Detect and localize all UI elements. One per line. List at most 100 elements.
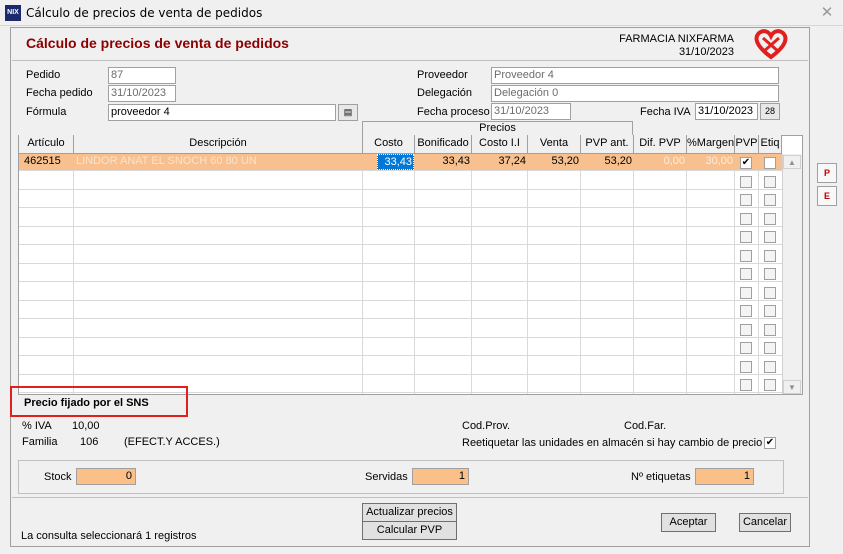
formula-field[interactable]: proveedor 4 <box>108 104 336 121</box>
etiq-checkbox[interactable] <box>764 212 776 225</box>
pvp-checkbox[interactable] <box>740 323 752 336</box>
actualizar-precios-button[interactable]: Actualizar precios <box>362 503 457 522</box>
delegacion-label: Delegación <box>417 87 473 99</box>
grid-line <box>362 154 363 394</box>
cell-descripcion[interactable]: LINDOR ANAT EL SNOCH 60 80 UN <box>76 154 360 170</box>
aceptar-button[interactable]: Aceptar <box>661 513 716 532</box>
price-label-e-button[interactable]: E <box>817 186 837 206</box>
fecha-proceso-label: Fecha proceso <box>417 106 490 118</box>
fecha-pedido-label: Fecha pedido <box>26 87 93 99</box>
delegacion-field[interactable]: Delegación 0 <box>491 85 779 102</box>
col-dif-pvp[interactable]: Dif. PVP <box>634 135 687 154</box>
grid-line <box>734 154 735 394</box>
fecha-pedido-field[interactable]: 31/10/2023 <box>108 85 176 102</box>
grid-row-line <box>19 373 782 375</box>
grid-line <box>471 154 472 394</box>
grid-row-line <box>19 336 782 338</box>
etiq-checkbox[interactable] <box>764 268 776 280</box>
status-text: La consulta seleccionará 1 registros <box>21 530 197 542</box>
pvp-checkbox[interactable] <box>740 379 752 391</box>
cell-dif-pvp[interactable]: 0,00 <box>634 154 685 170</box>
pvp-checkbox[interactable]: ✔ <box>740 157 752 169</box>
familia-label: Familia <box>22 436 58 448</box>
etiq-checkbox[interactable] <box>764 286 776 299</box>
pvp-checkbox[interactable] <box>740 268 752 280</box>
calendar-button[interactable]: 28 <box>760 103 780 120</box>
etiq-checkbox[interactable] <box>764 194 776 206</box>
cell-costo[interactable]: 33,43 <box>377 154 414 170</box>
pvp-checkbox[interactable] <box>740 249 752 262</box>
pvp-checkbox[interactable] <box>740 231 752 243</box>
col-margen[interactable]: %Margen <box>687 135 735 154</box>
pvp-checkbox[interactable] <box>740 305 752 317</box>
grid-line <box>414 154 415 394</box>
stock-field[interactable]: 0 <box>76 468 136 485</box>
calcular-pvp-button[interactable]: Calcular PVP <box>362 521 457 540</box>
col-costo-ii[interactable]: Costo I.I <box>472 135 528 154</box>
heart-logo-icon <box>754 29 788 60</box>
servidas-label: Servidas <box>365 471 408 483</box>
grid-row-line <box>19 281 782 282</box>
fecha-iva-field[interactable]: 31/10/2023 <box>695 103 758 120</box>
pvp-checkbox[interactable] <box>740 342 752 354</box>
etiq-checkbox[interactable] <box>764 231 776 243</box>
company-name: FARMACIA NIXFARMA <box>619 33 734 45</box>
pedido-field[interactable]: 87 <box>108 67 176 84</box>
pvp-checkbox[interactable] <box>740 212 752 225</box>
etiq-checkbox[interactable] <box>764 323 776 336</box>
cell-bonificado[interactable]: 33,43 <box>415 154 470 170</box>
etiq-checkbox[interactable] <box>764 157 776 169</box>
scroll-down-icon[interactable]: ▼ <box>783 380 801 394</box>
etiquetas-field[interactable]: 1 <box>695 468 754 485</box>
grid-line <box>580 154 581 394</box>
col-descripcion[interactable]: Descripción <box>74 135 363 154</box>
proveedor-field[interactable]: Proveedor 4 <box>491 67 779 84</box>
iva-value: 10,00 <box>72 420 100 432</box>
grid-scrollbar[interactable] <box>782 154 802 394</box>
pvp-checkbox[interactable] <box>740 286 752 299</box>
cell-articulo[interactable]: 462515 <box>24 154 72 170</box>
cell-pvp-ant[interactable]: 53,20 <box>581 154 632 170</box>
col-bonificado[interactable]: Bonificado <box>415 135 472 154</box>
pvp-checkbox[interactable] <box>740 360 752 373</box>
app-icon: NIX <box>5 5 21 21</box>
reetiquetar-checkbox[interactable]: ✔ <box>764 437 776 449</box>
pedido-label: Pedido <box>26 69 61 81</box>
etiq-checkbox[interactable] <box>764 360 776 373</box>
etiq-checkbox[interactable] <box>764 175 776 188</box>
cell-costo-ii[interactable]: 37,24 <box>472 154 526 170</box>
formula-lookup-button[interactable]: ▤ <box>338 104 358 121</box>
pvp-checkbox[interactable] <box>740 175 752 188</box>
pvp-checkbox[interactable] <box>740 194 752 206</box>
familia-name: (EFECT.Y ACCES.) <box>124 436 220 448</box>
sns-note: Precio fijado por el SNS <box>10 386 188 417</box>
col-articulo[interactable]: Artículo <box>19 135 74 154</box>
etiq-checkbox[interactable] <box>764 342 776 354</box>
price-label-p-button[interactable]: P <box>817 163 837 183</box>
grid-row-line <box>19 262 782 264</box>
iva-label: % IVA <box>22 420 52 432</box>
etiq-checkbox[interactable] <box>764 379 776 391</box>
col-pvp-ant[interactable]: PVP ant. <box>581 135 634 154</box>
etiq-checkbox[interactable] <box>764 305 776 317</box>
col-pvp[interactable]: PVP <box>735 135 759 154</box>
cancelar-button[interactable]: Cancelar <box>739 513 791 532</box>
scroll-up-icon[interactable]: ▲ <box>783 155 801 169</box>
grid-row-line <box>19 299 782 301</box>
cell-margen[interactable]: 30,00 <box>687 154 733 170</box>
close-icon[interactable]: ✕ <box>817 3 837 23</box>
formula-label: Fórmula <box>26 106 67 118</box>
familia-code: 106 <box>80 436 99 448</box>
cod-prov-label: Cod.Prov. <box>462 420 511 432</box>
etiquetas-label: Nº etiquetas <box>631 471 691 483</box>
fecha-proceso-field[interactable]: 31/10/2023 <box>491 103 571 120</box>
col-etiq[interactable]: Etiq <box>759 135 782 154</box>
fecha-iva-label: Fecha IVA <box>640 106 691 118</box>
grid-line <box>758 154 759 394</box>
cell-venta[interactable]: 53,20 <box>528 154 579 170</box>
etiq-checkbox[interactable] <box>764 249 776 262</box>
window-titlebar: NIX Cálculo de precios de venta de pedid… <box>0 0 843 26</box>
col-costo[interactable]: Costo <box>363 135 415 154</box>
col-venta[interactable]: Venta <box>528 135 581 154</box>
servidas-field[interactable]: 1 <box>412 468 469 485</box>
